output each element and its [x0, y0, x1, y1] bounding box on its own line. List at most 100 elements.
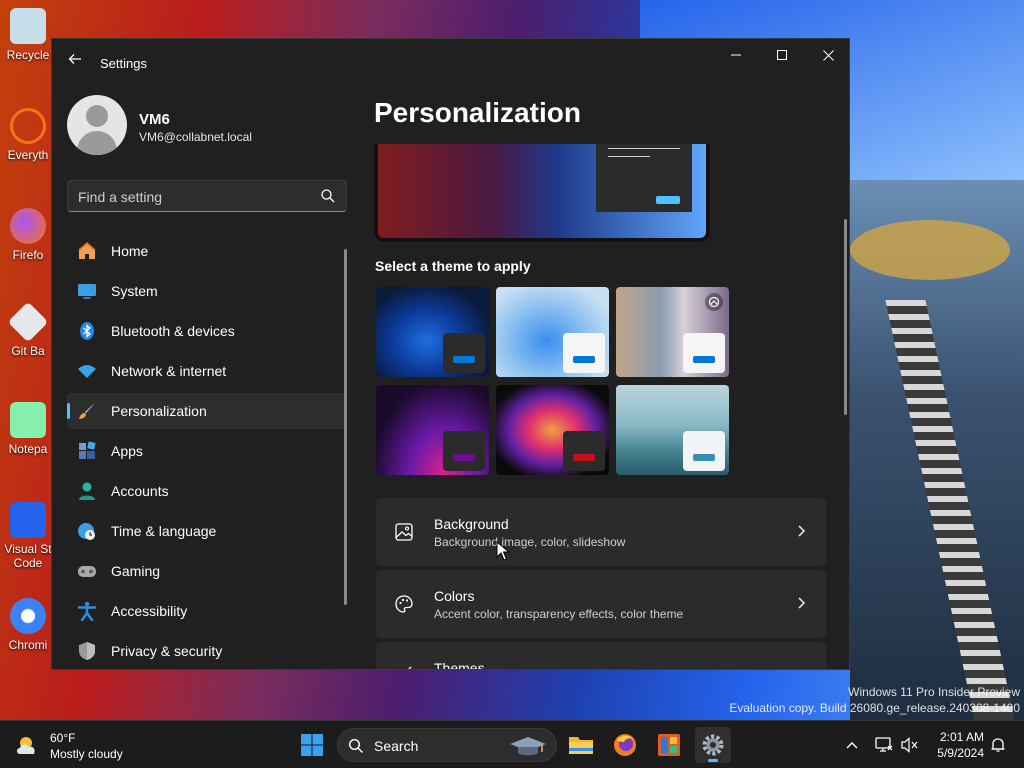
back-button[interactable] [64, 51, 86, 73]
network-icon [875, 737, 893, 752]
captured-motion-theme[interactable] [496, 385, 609, 475]
chevron-right-icon [798, 525, 805, 537]
avatar [67, 95, 127, 155]
preview-line [608, 148, 680, 149]
home-icon [77, 241, 97, 261]
sidebar-item-label: Personalization [111, 403, 207, 419]
app-button[interactable] [651, 727, 687, 763]
settings-taskbar-button[interactable] [695, 727, 731, 763]
notifications-button[interactable] [984, 721, 1012, 768]
volume-tray-button[interactable] [896, 721, 924, 768]
file-explorer-icon [569, 737, 593, 754]
sidebar-item-label: System [111, 283, 158, 299]
themes-card[interactable]: Themes [376, 642, 826, 669]
monitor-icon [77, 281, 97, 301]
sidebar-item-label: Network & internet [111, 363, 227, 379]
desktop-icon-everything[interactable]: Everyth [4, 108, 52, 162]
sidebar-item-accounts[interactable]: Accounts [67, 473, 347, 509]
avatar-body [77, 131, 117, 155]
search-icon[interactable] [320, 188, 336, 204]
flow-theme[interactable] [616, 385, 729, 475]
profile-email: VM6@collabnet.local [139, 130, 252, 144]
sidebar-item-privacy-security[interactable]: Privacy & security [67, 633, 347, 669]
firefox-icon [10, 208, 46, 244]
sidebar-item-personalization[interactable]: Personalization [67, 393, 347, 429]
spotlight-badge-icon [705, 293, 723, 311]
theme-mini-window [443, 333, 485, 373]
theme-mini-window [563, 333, 605, 373]
sidebar-item-bluetooth[interactable]: Bluetooth & devices [67, 313, 347, 349]
desktop-icon-vscode[interactable]: Visual St Code [4, 502, 52, 570]
sidebar-item-apps[interactable]: Apps [67, 433, 347, 469]
person-icon [77, 481, 97, 501]
brush-icon [408, 666, 412, 669]
glow-theme[interactable] [376, 385, 489, 475]
card-title: Colors [434, 588, 475, 604]
theme-accent-bar [573, 454, 595, 461]
weather-description: Mostly cloudy [50, 747, 123, 761]
sidebar-nav: Home System Bluetooth & devices Network … [67, 233, 347, 669]
desktop-icon-recycle-bin[interactable]: Recycle [4, 8, 52, 62]
taskbar-search-label: Search [374, 738, 419, 754]
card-title: Background [434, 516, 509, 532]
arrow-left-icon [68, 54, 81, 64]
desktop-icons: Recycle Everyth Firefo Git Ba Notepa Vis… [0, 0, 52, 720]
clock-time: 2:01 AM [939, 730, 984, 744]
preview-accent-bar [656, 196, 680, 204]
content-scrollbar[interactable] [844, 219, 847, 415]
spotlight-theme[interactable] [616, 287, 729, 377]
sidebar-scrollbar[interactable] [344, 249, 347, 605]
brush-icon [77, 401, 97, 421]
desktop-icon-label: Chromi [8, 638, 48, 652]
theme-preview [374, 144, 710, 242]
windows-light-theme[interactable] [496, 287, 609, 377]
sidebar-item-gaming[interactable]: Gaming [67, 553, 347, 589]
gamepad-icon [77, 561, 97, 581]
theme-mini-window [683, 431, 725, 471]
network-tray-button[interactable] [870, 721, 898, 768]
show-hidden-icons-button[interactable] [838, 721, 866, 768]
maximize-button[interactable] [759, 39, 805, 71]
desktop-icon-notepad[interactable]: Notepa [4, 402, 52, 456]
sidebar-item-label: Bluetooth & devices [111, 323, 235, 339]
sidebar-item-time-language[interactable]: Time & language [67, 513, 347, 549]
minimize-button[interactable] [713, 39, 759, 71]
user-profile[interactable]: VM6 VM6@collabnet.local [67, 95, 347, 159]
profile-name: VM6 [139, 111, 170, 128]
theme-mini-window [563, 431, 605, 471]
desktop-icon-chromium[interactable]: Chromi [4, 598, 52, 652]
desktop-icon-label: Git Ba [11, 344, 45, 358]
theme-mini-window [683, 333, 725, 373]
find-setting-input[interactable] [78, 187, 308, 207]
close-button[interactable] [805, 39, 849, 71]
taskbar-search[interactable]: Search [337, 728, 557, 762]
clock-date: 5/9/2024 [937, 746, 984, 760]
page-title: Personalization [374, 97, 581, 128]
title-bar[interactable]: Settings [52, 39, 849, 87]
theme-accent-bar [453, 454, 475, 461]
desktop-icon-firefox[interactable]: Firefo [4, 208, 52, 262]
app-icon [658, 734, 680, 756]
sidebar-item-home[interactable]: Home [67, 233, 347, 269]
accessibility-icon [77, 601, 97, 621]
sidebar-item-system[interactable]: System [67, 273, 347, 309]
windows-dark-theme[interactable] [376, 287, 489, 377]
start-button[interactable] [294, 727, 330, 763]
weather-widget[interactable]: 60°F Mostly cloudy [14, 728, 164, 764]
globe-clock-icon [77, 521, 97, 541]
firefox-button[interactable] [607, 727, 643, 763]
sidebar-item-accessibility[interactable]: Accessibility [67, 593, 347, 629]
settings-window: Settings VM6 VM6@collabnet.local Home [51, 38, 850, 670]
firefox-icon [614, 734, 636, 756]
desktop-icon-git-bash[interactable]: Git Ba [4, 301, 52, 358]
taskbar-clock[interactable]: 2:01 AM 5/9/2024 [928, 729, 984, 761]
sidebar-item-network[interactable]: Network & internet [67, 353, 347, 389]
desktop-icon-label: Everyth [7, 148, 49, 162]
find-setting-box[interactable] [67, 180, 347, 212]
background-card[interactable]: Background Background image, color, slid… [376, 498, 826, 566]
colors-card[interactable]: Colors Accent color, transparency effect… [376, 570, 826, 638]
palette-icon [395, 595, 413, 613]
file-explorer-button[interactable] [563, 727, 599, 763]
theme-mini-window [443, 431, 485, 471]
sidebar-item-label: Accounts [111, 483, 169, 499]
